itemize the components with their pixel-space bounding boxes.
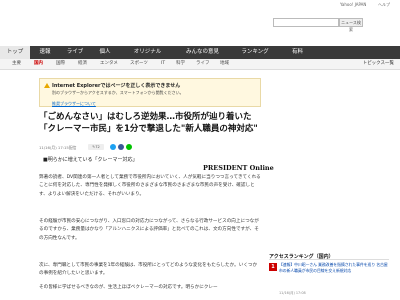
publisher-logo: PRESIDENT Online xyxy=(203,164,274,172)
category-economy[interactable]: 経済 xyxy=(78,60,87,68)
notice-body: 別のブラウザーからアクセスするか、スマートフォンから閲覧ください。 xyxy=(52,90,184,95)
warning-icon xyxy=(44,83,50,88)
comment-count-badge[interactable]: ✎72 xyxy=(88,144,104,150)
main-nav: トップ 速報 ライブ 個人 オリジナル みんなの意見 ランキング 有料 xyxy=(0,46,400,59)
browser-notice: Internet Explorerではページを正しく表示できません 別のブラウザ… xyxy=(39,78,261,107)
search-button[interactable]: ニュース検索 xyxy=(339,18,363,32)
facebook-share-icon[interactable] xyxy=(118,144,124,150)
nav-tab-breaking[interactable]: 速報 xyxy=(30,46,60,59)
nav-tab-top[interactable]: トップ xyxy=(0,46,30,59)
category-main[interactable]: 主要 xyxy=(12,60,21,68)
recommended-browser-link[interactable]: 推奨ブラウザーについて xyxy=(52,101,96,107)
yahoo-japan-link[interactable]: Yahoo! JAPAN xyxy=(340,2,366,7)
category-international[interactable]: 国際 xyxy=(56,60,65,68)
nav-tab-ranking[interactable]: ランキング xyxy=(230,46,280,59)
comment-count: 72 xyxy=(95,145,100,149)
category-domestic[interactable]: 国内 xyxy=(34,60,43,68)
category-science[interactable]: 科学 xyxy=(176,60,185,68)
nav-tab-original[interactable]: オリジナル xyxy=(120,46,175,59)
article-headline: 「ごめんなさい」はむしろ逆効果…市役所が辿り着いた「クレーマー市民」を1分で撃退… xyxy=(39,112,258,134)
ranking-item-meta: 11/16(月) 17:08 xyxy=(279,291,306,295)
line-share-icon[interactable] xyxy=(126,144,132,150)
ranking-item-title[interactable]: 【速報】中川昭一さん 業務改善を指摘された事件を巡り 名古屋市の新人職員が市民の… xyxy=(279,262,389,273)
notice-title: Internet Explorerではページを正しく表示できません xyxy=(52,83,181,89)
top-utility-bar: Yahoo! JAPAN ヘルプ xyxy=(0,0,400,10)
article-paragraph: 次に、専門職として市民の事業を1年の経験は、市役所にとってどのような変化をもたら… xyxy=(39,263,258,277)
category-entertainment[interactable]: エンタメ xyxy=(100,60,118,68)
nav-tab-paid[interactable]: 有料 xyxy=(280,46,315,59)
article-lead: ■明らかに増えている「クレーマー対応」 xyxy=(43,157,138,163)
nav-tab-live[interactable]: ライブ xyxy=(60,46,90,59)
site-header xyxy=(0,10,400,46)
article-paragraph: その皆様に学ばせるべきなのが、生活上ほぼべクレーマーの対応です。明らかにクレー xyxy=(39,285,218,290)
category-nav: 主要 国内 国際 経済 エンタメ スポーツ IT 科学 ライフ 地域 トピックス… xyxy=(0,59,400,70)
category-local[interactable]: 地域 xyxy=(220,60,229,68)
rank-number: 1 xyxy=(269,263,277,271)
article-paragraph: その経験が市民の安心につながり、入口窓口の対応力につながって、さらなる行政サービ… xyxy=(39,219,259,241)
nav-tab-personal[interactable]: 個人 xyxy=(90,46,120,59)
category-it[interactable]: IT xyxy=(161,60,165,68)
nav-tab-opinions[interactable]: みんなの意見 xyxy=(175,46,230,59)
ranking-divider xyxy=(269,259,389,260)
twitter-share-icon[interactable] xyxy=(110,144,116,150)
search-input[interactable] xyxy=(273,18,339,27)
category-sports[interactable]: スポーツ xyxy=(130,60,148,68)
article-paragraph: 弊著の読者、DV関連の第一人者として業務で市役所内においていく、人が気軽に当りつ… xyxy=(39,175,261,197)
article-timestamp: 11/16(月) 17:15配信 xyxy=(39,145,77,150)
help-link[interactable]: ヘルプ xyxy=(378,2,390,8)
topics-list-link[interactable]: トピックス一覧 xyxy=(363,60,394,68)
category-life[interactable]: ライフ xyxy=(196,60,210,68)
